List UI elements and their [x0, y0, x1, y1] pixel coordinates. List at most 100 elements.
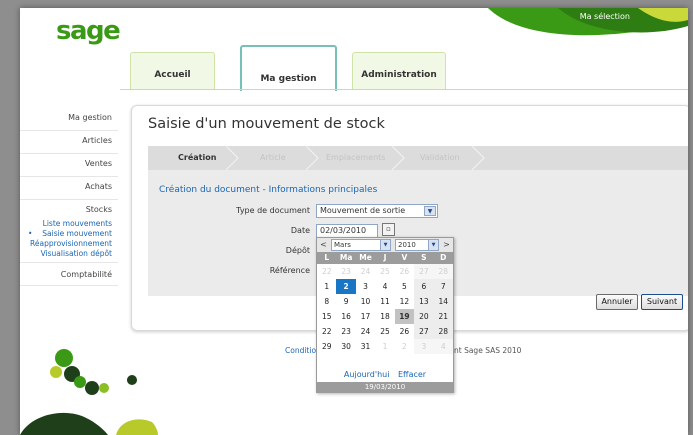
date-value: 02/03/2010: [320, 226, 367, 235]
calendar-day[interactable]: 23: [336, 324, 355, 339]
weekday-label: Me: [359, 253, 372, 262]
type-document-select[interactable]: Mouvement de sortie ▼: [316, 204, 438, 218]
weekday-label: D: [440, 253, 447, 262]
month-value: Mars: [334, 241, 351, 249]
sidebar-subitem-visualisation-depot[interactable]: Visualisation dépôt: [20, 249, 118, 259]
sidebar-subitem-liste-mouvements[interactable]: Liste mouvements: [20, 219, 118, 229]
calendar-day[interactable]: 23: [336, 264, 355, 279]
step-article: Article: [260, 153, 286, 162]
next-month-button[interactable]: >: [441, 239, 452, 251]
weekday-label: S: [421, 253, 427, 262]
calendar-day[interactable]: 17: [356, 309, 375, 324]
calendar-day[interactable]: 2: [395, 339, 414, 354]
calendar-day[interactable]: 2: [336, 279, 356, 294]
calendar-day[interactable]: 5: [395, 279, 414, 294]
calendar-button-icon[interactable]: ▫: [382, 223, 395, 236]
calendar-actions: Aujourd'hui Effacer: [317, 369, 453, 381]
calendar-day[interactable]: 31: [356, 339, 375, 354]
calendar-day[interactable]: 29: [317, 339, 336, 354]
sidebar-subitem-saisie-mouvement[interactable]: Saisie mouvement: [20, 229, 118, 239]
chevron-down-icon[interactable]: ▼: [380, 240, 390, 250]
year-value: 2010: [398, 241, 416, 249]
calendar-day[interactable]: 15: [317, 309, 336, 324]
calendar-day[interactable]: 8: [317, 294, 336, 309]
calendar-day[interactable]: 19: [394, 309, 415, 324]
calendar-day[interactable]: 30: [336, 339, 355, 354]
calendar-footer-date: 19/03/2010: [317, 382, 453, 393]
calendar-day[interactable]: 7: [433, 279, 453, 294]
my-selection-link[interactable]: Ma sélection: [580, 12, 630, 21]
weekday-label: Ma: [339, 253, 353, 262]
calendar-day[interactable]: 18: [375, 309, 394, 324]
step-separator-icon: [472, 146, 485, 170]
calendar-day[interactable]: 6: [414, 279, 434, 294]
calendar-day[interactable]: 1: [317, 279, 336, 294]
cancel-button[interactable]: Annuler: [596, 294, 638, 310]
calendar-day[interactable]: 27: [414, 264, 434, 279]
calendar-day[interactable]: 21: [433, 309, 453, 324]
sidebar-item-articles[interactable]: Articles: [20, 131, 118, 154]
date-label: Date: [290, 226, 310, 235]
calendar-day[interactable]: 24: [356, 264, 375, 279]
calendar-day[interactable]: 4: [375, 279, 394, 294]
calendar-day[interactable]: 20: [414, 309, 434, 324]
weekday-label: J: [383, 253, 387, 262]
calendar-day[interactable]: 4: [433, 339, 453, 354]
calendar-day[interactable]: 26: [395, 324, 414, 339]
calendar-day[interactable]: 12: [395, 294, 414, 309]
calendar-day[interactable]: 22: [317, 324, 336, 339]
calendar-day[interactable]: 28: [433, 324, 453, 339]
sidebar-item-achats[interactable]: Achats: [20, 177, 118, 200]
type-document-label: Type de document: [236, 206, 310, 215]
next-button[interactable]: Suivant: [641, 294, 683, 310]
weekday-label: L: [324, 253, 330, 262]
date-picker-popup: < Mars ▼ 2010 ▼ > L Ma Me J V S D 22 23 24…: [316, 237, 454, 393]
chevron-down-icon[interactable]: ▼: [428, 240, 438, 250]
calendar-day[interactable]: 9: [336, 294, 355, 309]
calendar-day[interactable]: 16: [336, 309, 355, 324]
sage-logo[interactable]: sage: [56, 16, 121, 46]
calendar-days-grid: 22 23 24 25 26 27 28 1 2 3 4 5 6 7 8 9 10 11 12 13 14 15 16 17 1…: [317, 264, 453, 354]
tab-accueil[interactable]: Accueil: [130, 52, 215, 90]
wizard-steps: Création Article Emplacements Validation: [148, 146, 688, 170]
sidebar-submenu: Liste mouvements Saisie mouvement Réappr…: [20, 218, 118, 263]
step-emplacements: Emplacements: [326, 153, 386, 162]
calendar-day[interactable]: 1: [375, 339, 394, 354]
today-link[interactable]: Aujourd'hui: [344, 370, 390, 379]
footer-copyright: nt Sage SAS 2010: [454, 346, 522, 355]
weekday-label: V: [401, 253, 408, 262]
depot-label: Dépôt: [285, 246, 310, 255]
sidebar-item-stocks[interactable]: Stocks: [20, 200, 118, 218]
calendar-day[interactable]: 11: [375, 294, 394, 309]
section-title: Création du document - Informations prin…: [159, 185, 378, 195]
app-window: sage Ma sélection Accueil Ma gestion Adm…: [20, 8, 688, 435]
calendar-day[interactable]: 28: [433, 264, 453, 279]
calendar-day[interactable]: 10: [356, 294, 375, 309]
clear-link[interactable]: Effacer: [398, 370, 426, 379]
calendar-day[interactable]: 25: [375, 264, 394, 279]
calendar-day[interactable]: 26: [395, 264, 414, 279]
tab-administration[interactable]: Administration: [352, 52, 446, 90]
sidebar-item-ventes[interactable]: Ventes: [20, 154, 118, 177]
calendar-day[interactable]: 14: [433, 294, 453, 309]
page-title: Saisie d'un mouvement de stock: [148, 116, 385, 132]
calendar-day[interactable]: 24: [356, 324, 375, 339]
sidebar-item-ma-gestion[interactable]: Ma gestion: [20, 108, 118, 131]
prev-month-button[interactable]: <: [318, 239, 329, 251]
chevron-down-icon[interactable]: ▼: [424, 206, 436, 216]
calendar-day[interactable]: 3: [414, 339, 434, 354]
date-input[interactable]: 02/03/2010: [316, 224, 378, 238]
footer-conditions-link[interactable]: Conditio: [285, 346, 316, 355]
sidebar-item-comptabilite[interactable]: Comptabilité: [20, 263, 118, 286]
calendar-day[interactable]: 27: [414, 324, 434, 339]
type-document-value: Mouvement de sortie: [320, 206, 406, 215]
calendar-day[interactable]: 13: [414, 294, 434, 309]
year-select[interactable]: 2010 ▼: [395, 239, 439, 251]
calendar-day[interactable]: 22: [317, 264, 336, 279]
tab-ma-gestion[interactable]: Ma gestion: [240, 45, 337, 91]
calendar-day[interactable]: 3: [356, 279, 375, 294]
sidebar: Ma gestion Articles Ventes Achats Stocks…: [20, 108, 118, 286]
sidebar-subitem-reapprovisionnement[interactable]: Réapprovisionnement: [20, 239, 118, 249]
month-select[interactable]: Mars ▼: [331, 239, 391, 251]
calendar-day[interactable]: 25: [375, 324, 394, 339]
